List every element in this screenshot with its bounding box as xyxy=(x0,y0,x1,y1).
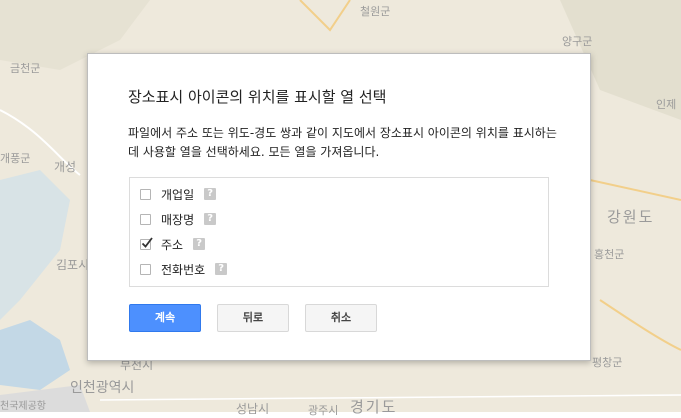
dialog-description: 파일에서 주소 또는 위도-경도 쌍과 같이 지도에서 장소표시 아이콘의 위치… xyxy=(128,126,557,159)
checkbox[interactable] xyxy=(140,213,151,225)
map-label: 김포시 xyxy=(56,258,90,272)
continue-button[interactable]: 계속 xyxy=(129,304,201,332)
map-label: 성남시 xyxy=(236,402,270,416)
map-label: 금천군 xyxy=(10,62,41,75)
column-option-address[interactable]: 주소 ? xyxy=(140,235,206,253)
map-label: 양구군 xyxy=(562,35,593,48)
column-list: 개업일 ? 매장명 ? 주소 ? 전화번호 ? xyxy=(129,177,549,287)
column-label: 전화번호 xyxy=(161,262,206,277)
checkbox[interactable] xyxy=(140,188,151,200)
help-icon[interactable]: ? xyxy=(204,188,217,200)
dialog-title: 장소표시 아이콘의 위치를 표시할 열 선택 xyxy=(128,88,387,106)
column-option-opening-date[interactable]: 개업일 ? xyxy=(140,185,217,203)
checkbox-checked[interactable] xyxy=(140,236,153,250)
column-label: 개업일 xyxy=(161,187,195,202)
map-label: 홍천군 xyxy=(594,248,625,261)
cancel-button[interactable]: 취소 xyxy=(305,304,377,332)
map-label: 광주시 xyxy=(308,404,339,417)
map-label: 인제 xyxy=(656,98,677,111)
map-label: 인천광역시 xyxy=(70,380,135,396)
map-label: 경기도 xyxy=(350,398,398,416)
select-location-column-dialog: 장소표시 아이콘의 위치를 표시할 열 선택 파일에서 주소 또는 위도-경도 … xyxy=(87,53,591,361)
map-label: 개성 xyxy=(54,160,77,174)
map-label: 강원도 xyxy=(607,208,655,226)
column-option-store-name[interactable]: 매장명 ? xyxy=(140,210,217,228)
map-label: 평창군 xyxy=(592,356,623,369)
help-icon[interactable]: ? xyxy=(193,238,206,250)
map-label: 개풍군 xyxy=(0,152,31,165)
column-label: 주소 xyxy=(161,237,184,252)
checkbox[interactable] xyxy=(140,263,151,275)
help-icon[interactable]: ? xyxy=(215,263,228,275)
map-label: 철원군 xyxy=(360,5,391,18)
back-button[interactable]: 뒤로 xyxy=(217,304,289,332)
column-option-phone[interactable]: 전화번호 ? xyxy=(140,260,228,278)
column-label: 매장명 xyxy=(161,212,195,227)
map-label: 천국제공항 xyxy=(0,401,46,412)
checkmark-icon xyxy=(141,236,153,248)
help-icon[interactable]: ? xyxy=(204,213,217,225)
